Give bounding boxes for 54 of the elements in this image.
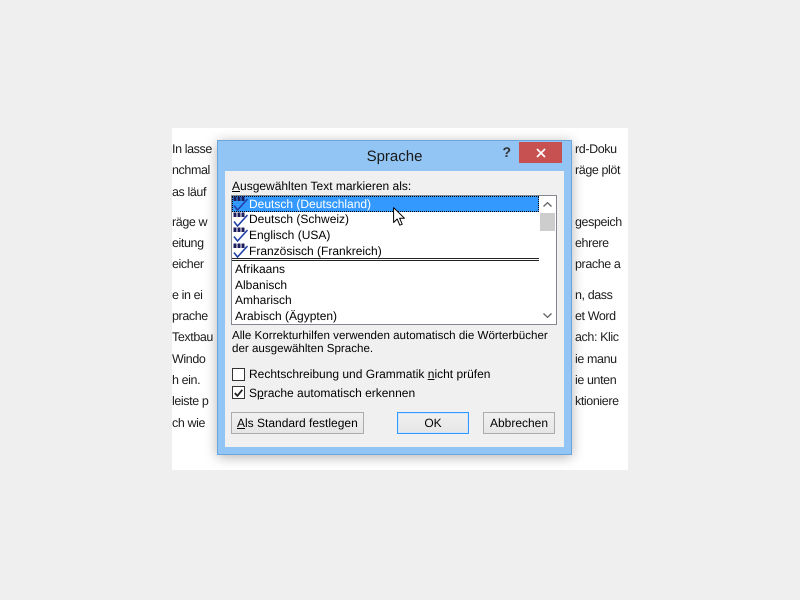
document-text: prache (172, 308, 208, 326)
document-text: rd-Doku (575, 141, 617, 158)
description-text: Alle Korrekturhilfen verwenden automatisch die Wörterbücher der ausgewählten Sprache. (232, 329, 549, 355)
mouse-pointer-icon (393, 207, 405, 226)
list-item[interactable]: Afrikaans (232, 261, 539, 277)
document-text: ie unten (575, 372, 616, 389)
document-text: ch wie (172, 414, 206, 432)
checkbox[interactable] (232, 368, 245, 380)
close-icon (536, 148, 546, 158)
document-text: et Word (575, 308, 616, 326)
checkbox-label[interactable]: Sprache automatisch erkennen (249, 386, 416, 400)
list-item[interactable]: Arabisch (Ägypten) (232, 308, 539, 324)
dialog-button[interactable]: Als Standard festlegen (231, 412, 364, 434)
document-text: ktioniere (575, 393, 619, 410)
checkmark-icon (234, 388, 243, 396)
document-text: eitung (172, 235, 204, 252)
list-item[interactable]: Französisch (Frankreich) (232, 242, 539, 258)
document-text: gespeich (575, 214, 622, 231)
document-text: ehrere (575, 235, 609, 252)
scrollbar-thumb[interactable] (540, 213, 555, 231)
document-text: ach: Klic (575, 329, 619, 346)
document-text: Textbau (172, 329, 213, 346)
dialog-button[interactable]: Abbrechen (483, 412, 555, 434)
dialog-button[interactable]: OK (397, 412, 469, 434)
help-button[interactable]: ? (502, 144, 511, 160)
document-text: nchmal (172, 162, 210, 180)
spellcheck-icon (233, 196, 248, 212)
document-text: h ein. (172, 372, 200, 389)
document-text: räge w (172, 214, 208, 231)
spellcheck-icon (233, 243, 248, 258)
list-item[interactable]: Deutsch (Schweiz) (232, 212, 539, 228)
document-text: ie manu (575, 350, 617, 368)
chevron-down-icon (543, 313, 552, 318)
document-text: eicher (172, 256, 204, 274)
document-text: räge plöt (575, 162, 620, 180)
document-text: In lasse (172, 141, 212, 158)
close-button[interactable] (519, 142, 562, 163)
chevron-up-icon (543, 202, 552, 207)
list-item[interactable]: Englisch (USA) (232, 227, 539, 243)
document-text: as läuf (172, 184, 206, 201)
spellcheck-icon (233, 227, 248, 242)
list-label: Ausgewählten Text markieren als: (232, 179, 412, 193)
checkbox[interactable] (232, 386, 245, 399)
language-list[interactable]: Deutsch (Deutschland) Deutsch (Schweiz) Englisch (USA) Französisch (Frankreich) Afrikaans Albanisch Amharisch Arabisch (Ägypten) (231, 195, 557, 325)
document-text: Windo (172, 350, 206, 368)
document-text: leiste p (172, 393, 208, 410)
document-text: prache a (575, 256, 620, 274)
list-item[interactable]: Amharisch (232, 292, 539, 308)
document-text: n, dass (575, 286, 613, 304)
list-item[interactable]: Albanisch (232, 276, 539, 293)
checkbox-label[interactable]: Rechtschreibung und Grammatik nicht prüfen (249, 367, 490, 381)
document-text: e in ei (172, 286, 203, 304)
spellcheck-icon (233, 212, 248, 227)
dialog-title: Sprache (366, 148, 422, 164)
